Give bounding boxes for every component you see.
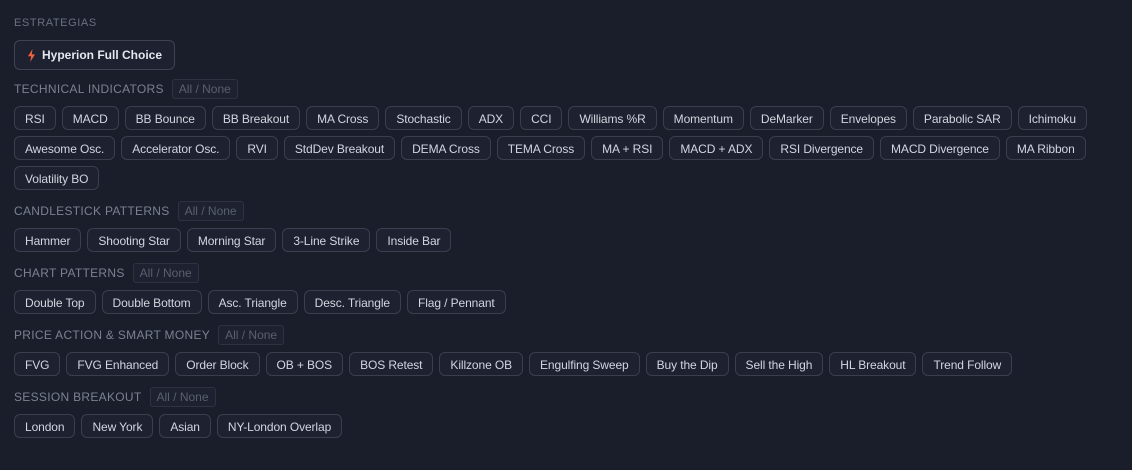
strategy-chip[interactable]: Trend Follow [922,352,1013,376]
strategy-chip[interactable]: Williams %R [568,106,657,130]
strategy-chip[interactable]: Flag / Pennant [406,290,506,314]
strategy-chip[interactable]: Sell the High [734,352,824,376]
strategy-chip[interactable]: New York [81,414,154,438]
session-breakout-title: SESSION BREAKOUT [14,390,142,404]
strategy-chip[interactable]: OB + BOS [265,352,344,376]
candlestick-patterns-header: CANDLESTICK PATTERNS All / None [14,200,1118,222]
hyperion-full-choice-label: Hyperion Full Choice [42,48,163,62]
strategy-chip[interactable]: DEMA Cross [401,136,491,160]
strategy-chip[interactable]: MA Cross [306,106,380,130]
candlestick-patterns-chip-list: Hammer Shooting Star Morning Star 3-Line St… [14,228,1118,252]
strategy-chip[interactable]: BOS Retest [349,352,434,376]
session-breakout-header: SESSION BREAKOUT All / None [14,386,1118,408]
candlestick-patterns-title: CANDLESTICK PATTERNS [14,204,170,218]
strategy-chip[interactable]: RSI Divergence [769,136,875,160]
price-action-smart-money-title: PRICE ACTION & SMART MONEY [14,328,211,342]
strategy-chip[interactable]: Inside Bar [376,228,452,252]
strategy-chip[interactable]: Order Block [175,352,260,376]
technical-indicators-all-none-toggle[interactable]: All / None [171,79,238,99]
strategy-chip[interactable]: MACD [61,106,119,130]
strategy-chip[interactable]: BB Bounce [124,106,206,130]
strategy-chip[interactable]: Stochastic [385,106,462,130]
strategy-chip[interactable]: Ichimoku [1017,106,1087,130]
strategy-chip[interactable]: Awesome Osc. [14,136,116,160]
chart-patterns-chip-list: Double Top Double Bottom Asc. Triangle Desc… [14,290,1118,314]
session-breakout-chip-list: London New York Asian NY-London Overlap [14,414,1118,438]
strategy-chip[interactable]: MA + RSI [591,136,664,160]
strategy-chip[interactable]: NY-London Overlap [216,414,343,438]
strategy-chip[interactable]: Momentum [662,106,744,130]
strategy-chip[interactable]: MACD Divergence [880,136,1000,160]
chart-patterns-header: CHART PATTERNS All / None [14,262,1118,284]
strategy-chip[interactable]: 3-Line Strike [282,228,371,252]
strategy-chip[interactable]: Killzone OB [439,352,524,376]
strategy-chip[interactable]: DeMarker [749,106,824,130]
strategy-chip[interactable]: Hammer [14,228,82,252]
strategy-chip[interactable]: Double Top [14,290,96,314]
chart-patterns-all-none-toggle[interactable]: All / None [132,263,199,283]
candlestick-patterns-all-none-toggle[interactable]: All / None [177,201,244,221]
strategy-chip[interactable]: Asian [159,414,211,438]
strategy-chip[interactable]: MA Ribbon [1005,136,1086,160]
indicator-sections: TECHNICAL INDICATORS All / None RSI MACD BB … [14,78,1118,438]
strategy-chip[interactable]: HL Breakout [829,352,917,376]
strategy-chip[interactable]: FVG Enhanced [66,352,170,376]
strategy-chip[interactable]: RSI [14,106,56,130]
technical-indicators-chip-list: RSI MACD BB Bounce BB Breakout MA Cross Stoch… [14,106,1118,190]
price-action-smart-money-header: PRICE ACTION & SMART MONEY All / None [14,324,1118,346]
strategy-chip[interactable]: Volatility BO [14,166,100,190]
strategy-chip[interactable]: Shooting Star [87,228,181,252]
strategy-chip[interactable]: ADX [467,106,515,130]
price-action-smart-money-chip-list: FVG FVG Enhanced Order Block OB + BOS BOS Re… [14,352,1118,376]
chart-patterns-title: CHART PATTERNS [14,266,125,280]
strategy-chip[interactable]: Desc. Triangle [303,290,401,314]
strategies-header: ESTRATEGIAS [14,12,1118,34]
strategy-chip[interactable]: Buy the Dip [645,352,729,376]
strategy-chip[interactable]: Double Bottom [101,290,202,314]
strategy-chip[interactable]: CCI [520,106,563,130]
strategy-chip[interactable]: RVI [236,136,278,160]
strategy-chip[interactable]: Asc. Triangle [207,290,298,314]
strategy-chip[interactable]: FVG [14,352,61,376]
strategy-chip[interactable]: Parabolic SAR [912,106,1012,130]
strategy-chip[interactable]: Accelerator Osc. [121,136,231,160]
strategy-chip[interactable]: London [14,414,76,438]
technical-indicators-header: TECHNICAL INDICATORS All / None [14,78,1118,100]
strategy-chip[interactable]: StdDev Breakout [283,136,396,160]
technical-indicators-title: TECHNICAL INDICATORS [14,82,164,96]
lightning-bolt-icon [28,48,35,62]
strategy-chip[interactable]: MACD + ADX [669,136,764,160]
strategy-chip[interactable]: BB Breakout [211,106,301,130]
session-breakout-all-none-toggle[interactable]: All / None [149,387,216,407]
strategy-chip[interactable]: Engulfing Sweep [529,352,640,376]
price-action-smart-money-all-none-toggle[interactable]: All / None [218,325,285,345]
strategy-chip[interactable]: TEMA Cross [496,136,586,160]
strategies-title: ESTRATEGIAS [14,17,97,29]
hyperion-full-choice-button[interactable]: Hyperion Full Choice [14,40,176,70]
strategy-chip[interactable]: Morning Star [186,228,277,252]
strategy-panel: ESTRATEGIAS Hyperion Full Choice TECHNIC… [0,0,1132,438]
strategy-chip[interactable]: Envelopes [829,106,907,130]
